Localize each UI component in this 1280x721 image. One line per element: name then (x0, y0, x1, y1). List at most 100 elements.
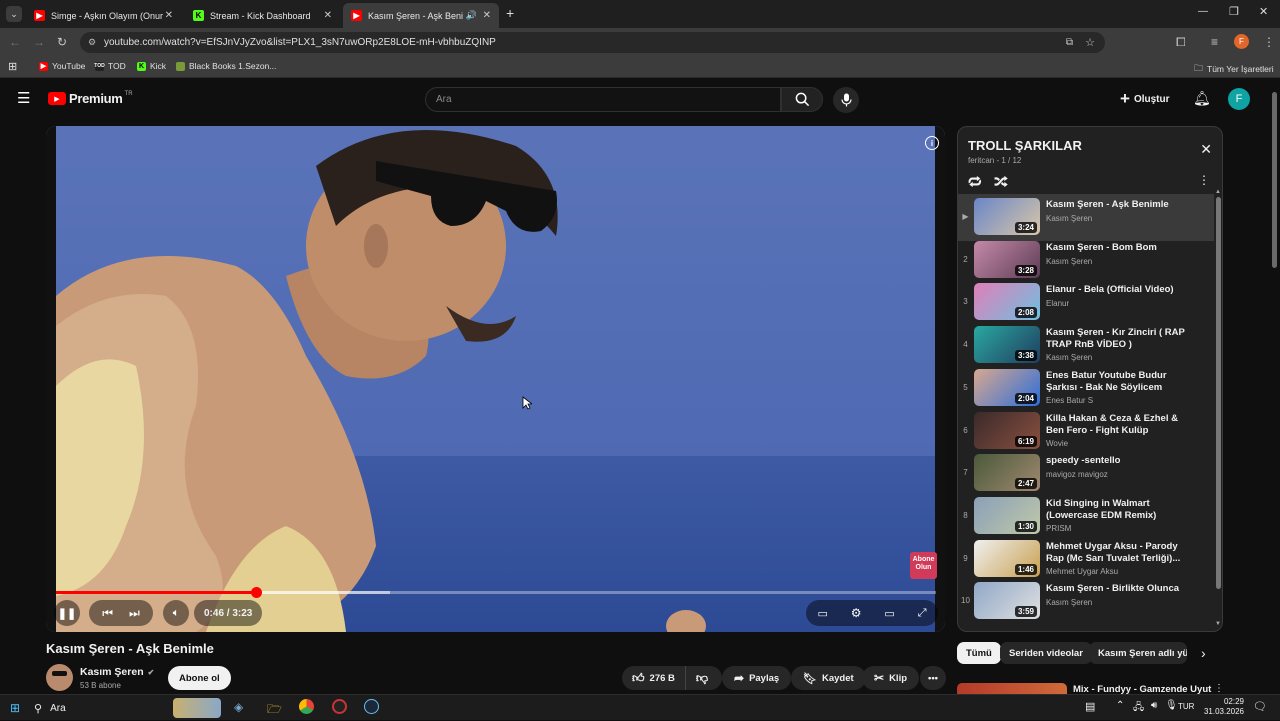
youtube-premium-logo[interactable]: ▶ Premium TR (48, 91, 133, 106)
video-thumbnail[interactable]: 1:30 (974, 496, 1040, 534)
bookmark-youtube[interactable]: ▶ YouTube (39, 61, 85, 71)
playlist-item[interactable]: 3 2:08 Elanur - Bela (Official Video) Elanu… (958, 279, 1214, 326)
voice-search-button[interactable] (833, 87, 859, 113)
network-icon[interactable]: 🖧︎ (1133, 700, 1144, 717)
video-thumbnail[interactable]: 3:28 (974, 240, 1040, 278)
video-thumbnail[interactable]: 3:59 (974, 582, 1040, 620)
video-thumbnail[interactable]: 6:19 (974, 411, 1040, 449)
bookmark-kick[interactable]: K Kick (137, 61, 166, 71)
copilot-icon[interactable]: ◈ (234, 700, 243, 714)
browser-tab-2[interactable]: K Stream - Kick Dashboard ✕ (185, 3, 340, 28)
chrome-icon[interactable] (299, 699, 314, 714)
clock[interactable]: 02:29 31.03.2026 (1200, 697, 1244, 717)
chip-series[interactable]: Seriden videolar (1000, 642, 1092, 664)
video-thumbnail[interactable]: 2:47 (974, 454, 1040, 492)
restore-button[interactable]: ❐ (1229, 5, 1239, 18)
show-hidden-icons[interactable]: ⌃ (1116, 700, 1124, 711)
playlist-title[interactable]: TROLL ŞARKILAR (968, 138, 1082, 153)
playlist-item-title[interactable]: speedy -sentello (1046, 455, 1186, 467)
next-video-thumb[interactable] (957, 683, 1067, 694)
more-actions-button[interactable]: ••• (920, 666, 946, 690)
browser-tab-1[interactable]: ▶ Simge - Aşkın Olayım (Onurr) - ✕ (26, 3, 181, 28)
browser-tab-3-active[interactable]: ▶ Kasım Şeren - Aşk Benimle 🔊 ✕ (343, 3, 499, 28)
close-tab-icon[interactable]: ✕ (483, 10, 491, 21)
close-window-button[interactable]: ✕ (1259, 5, 1268, 18)
fullscreen-icon[interactable]: ⤢ (918, 607, 927, 620)
scrubber-handle[interactable] (250, 587, 262, 598)
site-info-icon[interactable]: ⚙ (88, 37, 96, 48)
playlist-item-title[interactable]: Kasım Şeren - Bom Bom (1046, 242, 1186, 254)
minimize-button[interactable]: — (1198, 6, 1208, 17)
like-button[interactable]: 👍︎ 276 B (622, 666, 686, 690)
playlist-item[interactable]: 5 2:04 Enes Batur Youtube Budur Şarkısı - … (958, 365, 1214, 412)
next-video-more-icon[interactable]: ⋮ (1214, 683, 1224, 694)
page-scrollbar[interactable] (1272, 92, 1277, 268)
chip-all[interactable]: Tümü (957, 642, 1001, 664)
extensions-icon[interactable]: ⧠ (1176, 35, 1186, 50)
subscribe-watermark[interactable]: Abone Olun (910, 552, 937, 579)
speaker-icon[interactable]: 🔊︎ (1151, 700, 1157, 711)
next-button[interactable]: ⏭ (129, 606, 140, 621)
apps-grid-icon[interactable]: ⊞ (8, 60, 17, 73)
profile-avatar[interactable]: F (1234, 34, 1249, 49)
address-bar[interactable]: ⚙ youtube.com/watch?v=EfSJnVJyZvo&list=P… (80, 32, 1105, 53)
pause-button[interactable]: ❚❚ (54, 600, 80, 626)
install-app-icon[interactable]: ⧉ (1066, 37, 1073, 48)
search-input[interactable]: Ara (425, 87, 781, 112)
volume-button[interactable]: 🔈︎ (163, 600, 189, 626)
back-icon[interactable]: ← (9, 35, 21, 49)
bookmark-tod[interactable]: TOD TOD (94, 61, 126, 71)
new-tab-button[interactable]: + (506, 5, 514, 21)
subscribe-button[interactable]: Abone ol (168, 666, 231, 690)
chips-next-icon[interactable]: › (1201, 645, 1206, 661)
video-thumbnail[interactable]: 3:24 (974, 198, 1040, 235)
notifications-bell-icon[interactable]: 🔔︎ (1193, 90, 1211, 107)
playlist-item[interactable]: ▶ 3:24 Kasım Şeren - Aşk Benimle Kasım Şere… (958, 194, 1214, 241)
playlist-item[interactable]: 4 3:38 Kasım Şeren - Kır Zinciri ( RAP TRA… (958, 322, 1214, 369)
playlist-item[interactable]: 9 1:46 Mehmet Uygar Aksu - Parody Rap (Mc … (958, 536, 1214, 583)
playlist-item-title[interactable]: Elanur - Bela (Official Video) (1046, 284, 1186, 296)
bookmark-black-books[interactable]: Black Books 1.Sezon... (176, 61, 276, 71)
app-icon[interactable] (332, 699, 347, 714)
playlist-item[interactable]: 8 1:30 Kid Singing in Walmart (Lowercase E… (958, 493, 1214, 540)
playlist-more-icon[interactable]: ⋮ (1198, 173, 1210, 187)
video-player[interactable]: i Abone Olun ❚❚ ⏮ ⏭ 🔈︎ 0:46 / 3:23 ▭ ⚙ ▭… (46, 126, 945, 632)
playlist-item-title[interactable]: Kid Singing in Walmart (Lowercase EDM Re… (1046, 498, 1186, 522)
windows-start-icon[interactable]: ⊞ (10, 701, 20, 715)
playlist-scrollbar[interactable] (1216, 197, 1221, 589)
video-thumbnail[interactable]: 2:04 (974, 368, 1040, 406)
hamburger-menu-icon[interactable]: ☰ (17, 89, 30, 107)
media-control-icon[interactable]: ≡ (1211, 35, 1218, 49)
seek-bar[interactable] (56, 587, 936, 598)
all-bookmarks[interactable]: 🗀 Tüm Yer İşaretleri (1194, 61, 1274, 77)
chip-channel-uploads[interactable]: Kasım Şeren adlı yük (1089, 642, 1187, 664)
previous-button[interactable]: ⏮ (102, 606, 113, 621)
audio-playing-icon[interactable]: 🔊 (466, 10, 477, 21)
bookmark-star-icon[interactable]: ☆ (1085, 36, 1095, 49)
account-avatar[interactable]: F (1228, 88, 1250, 110)
close-tab-icon[interactable]: ✕ (165, 10, 173, 21)
channel-avatar[interactable] (46, 664, 73, 691)
steam-icon[interactable] (364, 699, 379, 714)
scroll-down-icon[interactable]: ▼ (1215, 621, 1221, 627)
subtitles-icon[interactable]: ▭ (817, 607, 827, 620)
forward-icon[interactable]: → (33, 35, 45, 49)
notifications-icon[interactable]: 🗨︎ (1253, 700, 1267, 713)
theater-mode-icon[interactable]: ▭ (884, 607, 894, 620)
clip-button[interactable]: ✂ Klip (862, 666, 920, 690)
channel-name[interactable]: Kasım Şeren ✔ (80, 666, 154, 678)
playlist-item[interactable]: 7 2:47 speedy -sentello mavigoz mavigoz (958, 450, 1214, 497)
create-button[interactable]: + Oluştur (1120, 88, 1170, 110)
tab-search-button[interactable]: ⌄ (6, 6, 22, 22)
video-thumbnail[interactable]: 3:38 (974, 326, 1040, 364)
playlist-item-title[interactable]: Enes Batur Youtube Budur Şarkısı - Bak N… (1046, 370, 1186, 394)
playlist-item[interactable]: 10 3:59 Kasım Şeren - Birlikte Olunca Kasım… (958, 578, 1214, 625)
scroll-up-icon[interactable]: ▲ (1215, 189, 1221, 195)
loop-icon[interactable]: 🔁︎ (968, 171, 982, 192)
video-thumbnail[interactable]: 2:08 (974, 283, 1040, 321)
playlist-item-title[interactable]: Mehmet Uygar Aksu - Parody Rap (Mc Sarı … (1046, 541, 1186, 565)
info-icon[interactable]: i (925, 136, 939, 150)
save-button[interactable]: 🔖︎ Kaydet (791, 666, 866, 690)
share-button[interactable]: ➦ Paylaş (722, 666, 792, 690)
video-thumbnail[interactable]: 1:46 (974, 539, 1040, 577)
